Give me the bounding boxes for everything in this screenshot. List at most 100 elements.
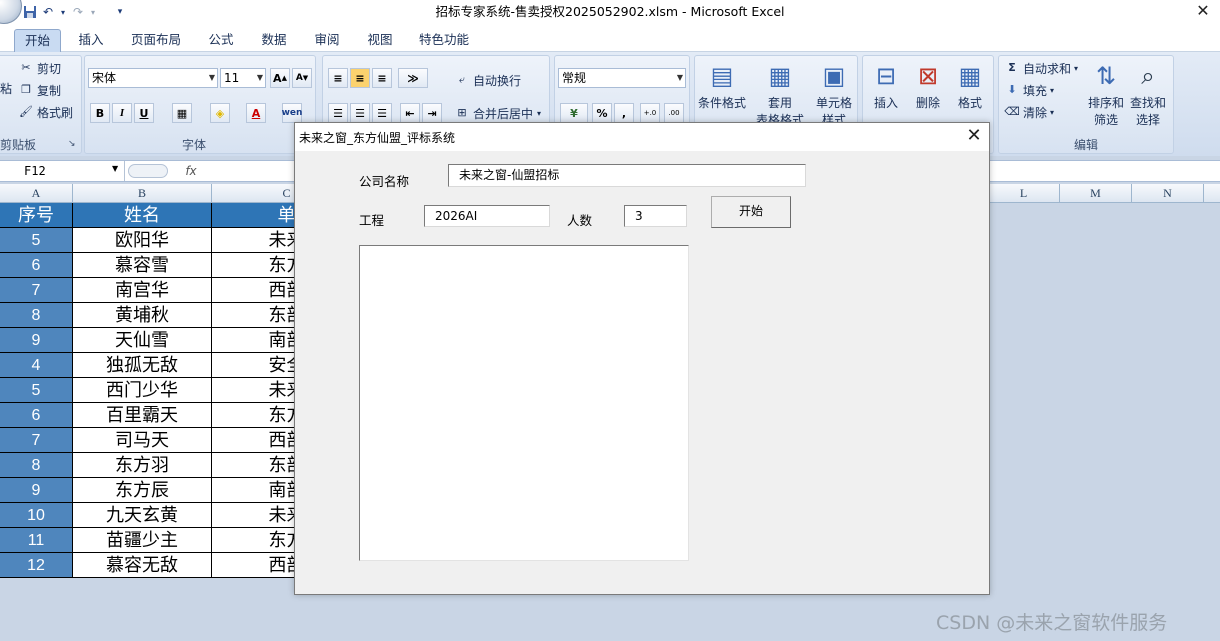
row-index-cell[interactable]: 8 <box>0 303 73 328</box>
align-left-icon[interactable]: ☰ <box>328 103 348 123</box>
column-header-n[interactable]: N <box>1132 184 1204 203</box>
undo-icon[interactable]: ↶ <box>40 4 56 20</box>
font-color-button[interactable]: A <box>246 103 266 123</box>
percent-style-button[interactable]: % <box>592 103 612 123</box>
row-index-cell[interactable]: 9 <box>0 478 73 503</box>
align-top-icon[interactable]: ≡ <box>328 68 348 88</box>
dialog-launcher-icon[interactable]: ↘ <box>68 139 76 149</box>
tab-review[interactable]: 审阅 <box>308 29 346 52</box>
tab-special-features[interactable]: 特色功能 <box>414 29 474 52</box>
font-name-select[interactable]: 宋体 ▼ <box>88 68 218 88</box>
row-index-cell[interactable]: 9 <box>0 328 73 353</box>
count-field[interactable]: 3 <box>624 205 687 227</box>
undo-dropdown-icon[interactable]: ▾ <box>58 4 68 20</box>
fill-button[interactable]: ⬇ 填充 ▾ <box>1004 80 1054 100</box>
row-index-cell[interactable]: 5 <box>0 228 73 253</box>
increase-decimal-icon[interactable]: +.0 <box>640 103 660 123</box>
align-bottom-icon[interactable]: ≡ <box>372 68 392 88</box>
cut-button[interactable]: ✂ 剪切 <box>18 58 61 78</box>
name-box-dropdown-icon[interactable]: ▼ <box>112 164 118 173</box>
save-icon[interactable] <box>22 4 38 20</box>
name-cell[interactable]: 天仙雪 <box>73 328 212 353</box>
clear-button[interactable]: ⌫ 清除 ▾ <box>1004 102 1054 122</box>
insert-function-icon[interactable]: fx <box>180 162 202 180</box>
copy-button[interactable]: ❐ 复制 <box>18 80 61 100</box>
phonetic-icon[interactable]: wen <box>282 103 302 123</box>
result-listbox[interactable] <box>359 245 689 561</box>
decrease-decimal-icon[interactable]: .00 <box>664 103 684 123</box>
header-cell-name[interactable]: 姓名 <box>73 203 212 228</box>
name-cell[interactable]: 独孤无敌 <box>73 353 212 378</box>
underline-button[interactable]: U <box>134 103 154 123</box>
tab-page-layout[interactable]: 页面布局 <box>126 29 186 52</box>
tab-formulas[interactable]: 公式 <box>202 29 240 52</box>
name-box[interactable]: F12 <box>0 161 125 181</box>
align-center-icon[interactable]: ☰ <box>350 103 370 123</box>
format-as-table-button[interactable]: ▦ 套用 表格格式 <box>752 60 808 128</box>
name-cell[interactable]: 南宫华 <box>73 278 212 303</box>
name-cell[interactable]: 慕容无敌 <box>73 553 212 578</box>
redo-dropdown-icon[interactable]: ▾ <box>88 4 98 20</box>
name-cell[interactable]: 黄埔秋 <box>73 303 212 328</box>
conditional-formatting-button[interactable]: ▤ 条件格式 <box>698 60 746 111</box>
row-index-cell[interactable]: 7 <box>0 428 73 453</box>
company-name-field[interactable]: 未来之窗-仙盟招标 <box>448 164 806 187</box>
name-cell[interactable]: 西门少华 <box>73 378 212 403</box>
shrink-font-icon[interactable]: A ▼ <box>292 68 312 88</box>
tab-view[interactable]: 视图 <box>361 29 399 52</box>
name-cell[interactable]: 苗疆少主 <box>73 528 212 553</box>
comma-style-button[interactable]: , <box>614 103 634 123</box>
name-cell[interactable]: 司马天 <box>73 428 212 453</box>
name-cell[interactable]: 百里霸天 <box>73 403 212 428</box>
number-format-select[interactable]: 常规 ▼ <box>558 68 686 88</box>
name-cell[interactable]: 东方羽 <box>73 453 212 478</box>
column-header-a[interactable]: A <box>0 184 73 203</box>
row-index-cell[interactable]: 10 <box>0 503 73 528</box>
formula-expand-handle[interactable] <box>128 164 168 178</box>
wrap-text-button[interactable]: ⤶ 自动换行 <box>454 70 521 90</box>
column-header-m[interactable]: M <box>1060 184 1132 203</box>
header-cell-index[interactable]: 序号 <box>0 203 73 228</box>
fill-color-icon[interactable]: ◈ <box>210 103 230 123</box>
project-field[interactable]: 2026AI <box>424 205 550 227</box>
tab-home[interactable]: 开始 <box>14 29 61 52</box>
borders-icon[interactable]: ▦ <box>172 103 192 123</box>
align-right-icon[interactable]: ☰ <box>372 103 392 123</box>
bold-button[interactable]: B <box>90 103 110 123</box>
name-cell[interactable]: 东方辰 <box>73 478 212 503</box>
grow-font-icon[interactable]: A ▲ <box>270 68 290 88</box>
name-cell[interactable]: 欧阳华 <box>73 228 212 253</box>
autosum-button[interactable]: Σ 自动求和 ▾ <box>1004 58 1078 78</box>
dialog-close-button[interactable]: ✕ <box>959 123 989 151</box>
delete-cells-button[interactable]: ⊠ 删除 <box>906 60 950 111</box>
row-index-cell[interactable]: 5 <box>0 378 73 403</box>
find-select-button[interactable]: ⌕ 查找和 选择 <box>1126 60 1170 128</box>
increase-indent-icon[interactable]: ⇥ <box>422 103 442 123</box>
start-button[interactable]: 开始 <box>711 196 791 228</box>
format-painter-button[interactable]: 🖌 格式刷 <box>18 102 73 122</box>
row-index-cell[interactable]: 12 <box>0 553 73 578</box>
customize-quick-access-icon[interactable]: ▾ <box>114 4 126 20</box>
font-size-select[interactable]: 11 ▼ <box>220 68 266 88</box>
paste-button[interactable]: 粘 <box>0 78 12 98</box>
column-header-b[interactable]: B <box>73 184 212 203</box>
row-index-cell[interactable]: 6 <box>0 253 73 278</box>
format-cells-button[interactable]: ▦ 格式 <box>948 60 992 111</box>
tab-data[interactable]: 数据 <box>255 29 293 52</box>
row-index-cell[interactable]: 7 <box>0 278 73 303</box>
name-cell[interactable]: 慕容雪 <box>73 253 212 278</box>
decrease-indent-icon[interactable]: ⇤ <box>400 103 420 123</box>
row-index-cell[interactable]: 6 <box>0 403 73 428</box>
column-header-l[interactable]: L <box>988 184 1060 203</box>
row-index-cell[interactable]: 11 <box>0 528 73 553</box>
accounting-format-icon[interactable]: ¥ <box>560 103 588 123</box>
align-middle-icon[interactable]: ≡ <box>350 68 370 88</box>
row-index-cell[interactable]: 8 <box>0 453 73 478</box>
sort-filter-button[interactable]: ⇅ 排序和 筛选 <box>1084 60 1128 128</box>
row-index-cell[interactable]: 4 <box>0 353 73 378</box>
italic-button[interactable]: I <box>112 103 132 123</box>
close-window-button[interactable]: ✕ <box>1186 0 1220 24</box>
insert-cells-button[interactable]: ⊟ 插入 <box>864 60 908 111</box>
tab-insert[interactable]: 插入 <box>72 29 110 52</box>
name-cell[interactable]: 九天玄黄 <box>73 503 212 528</box>
